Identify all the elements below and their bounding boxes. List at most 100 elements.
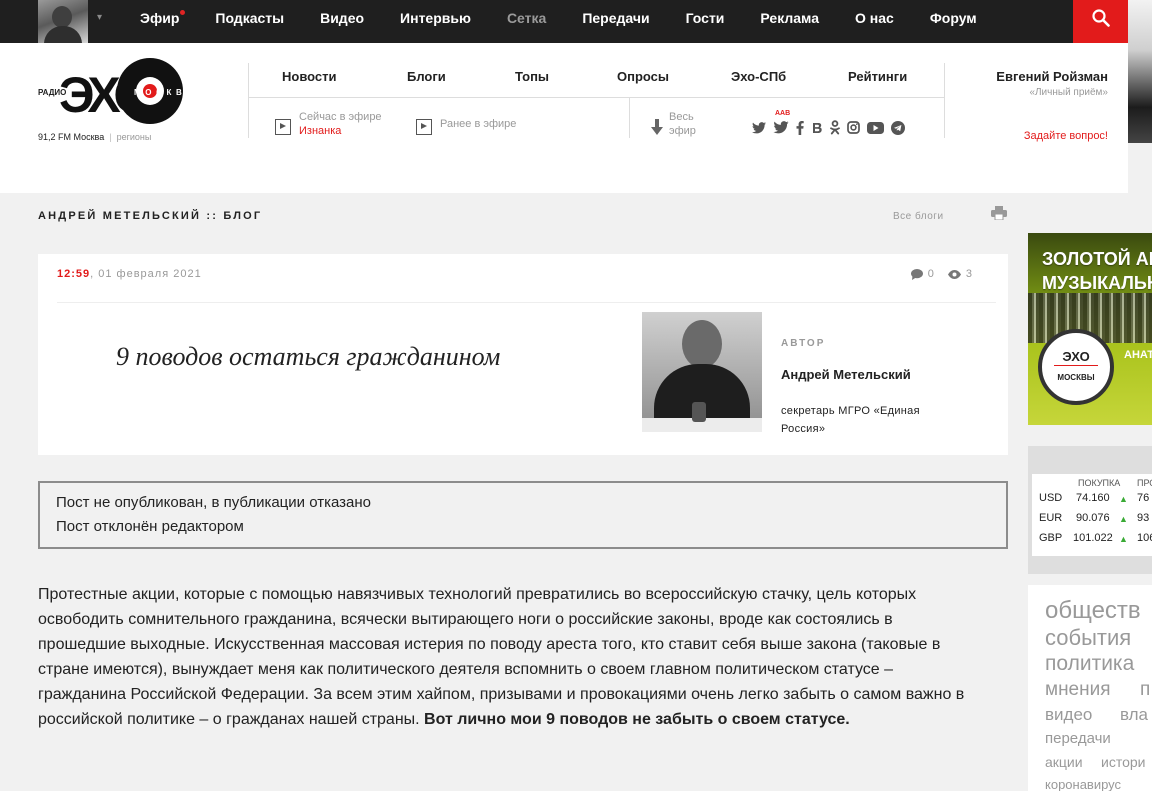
author-position: секретарь МГРО «Единая Россия»	[781, 405, 920, 435]
tag-coronavirus[interactable]: коронавирус	[1045, 777, 1121, 791]
tag-society[interactable]: обществ	[1045, 597, 1141, 625]
post-title: 9 поводов остаться гражданином	[116, 342, 501, 371]
eye-icon	[947, 269, 961, 279]
topnav-item-guests[interactable]: Гости	[686, 0, 725, 43]
rate-row: GBP 101.022 ▲ 106	[1039, 532, 1152, 544]
tag-video[interactable]: видео	[1045, 705, 1092, 725]
golden-archive-banner[interactable]: ЗОЛОТОЙ АРХИ МУЗЫКАЛЬНЫ ЭХО МОСКВЫ АНАТ	[1028, 233, 1152, 425]
currency-rates-table: ПОКУПКА ПРО USD 74.160 ▲ 76 EUR 90.076 ▲…	[1032, 474, 1152, 556]
tag-politics[interactable]: политика	[1045, 652, 1134, 676]
mainnav-item-echo-spb[interactable]: Эхо-СПб	[731, 69, 786, 84]
guest-photo[interactable]	[1128, 0, 1152, 143]
post-card: 12:59, 01 февраля 2021 0 3 9 поводов ост…	[38, 254, 1008, 455]
twitter-aab-icon[interactable]	[773, 121, 789, 134]
guest-program: «Личный приём»	[1029, 87, 1108, 98]
instagram-icon[interactable]	[847, 121, 860, 134]
view-count: 3	[965, 268, 972, 280]
logo-subline: 91,2 FM Москва | регионы	[38, 132, 151, 142]
current-host-avatar[interactable]	[38, 0, 88, 43]
topnav-item-video[interactable]: Видео	[320, 0, 364, 43]
youtube-icon[interactable]	[867, 121, 884, 134]
author-label: АВТОР	[781, 338, 826, 349]
tag-opinions[interactable]: мнения	[1045, 679, 1111, 701]
regions-link[interactable]: регионы	[117, 132, 152, 142]
tag-p[interactable]: п	[1140, 679, 1150, 701]
topnav-item-schedule[interactable]: Сетка	[507, 0, 546, 43]
comment-count[interactable]: 0	[928, 268, 934, 280]
post-stats: 0 3	[910, 268, 972, 280]
card-divider	[57, 302, 996, 303]
rate-up-icon: ▲	[1119, 534, 1128, 544]
ask-question-link[interactable]: Задайте вопрос!	[1024, 130, 1108, 142]
banner-disc-echo: ЭХО	[1062, 349, 1090, 364]
top-nav: Эфир Подкасты Видео Интервью Сетка Перед…	[140, 0, 1013, 43]
status-rejected-publication: Пост не опубликован, в публикации отказа…	[56, 494, 371, 511]
tag-history[interactable]: истори	[1101, 754, 1145, 770]
tag-programs[interactable]: передачи	[1045, 730, 1111, 747]
post-datetime: 12:59, 01 февраля 2021	[57, 268, 202, 280]
tag-vlast[interactable]: вла	[1120, 705, 1148, 725]
earlier-on-air-label: Ранее в эфире	[440, 118, 517, 130]
mainnav-item-ratings[interactable]: Рейтинги	[848, 69, 907, 84]
topnav-item-programs[interactable]: Передачи	[582, 0, 649, 43]
twitter-icon[interactable]	[752, 121, 766, 134]
odnoklassniki-icon[interactable]	[830, 120, 840, 135]
banner-line-2: МУЗЫКАЛЬНЫ	[1042, 273, 1152, 293]
banner-line-1: ЗОЛОТОЙ АРХИ	[1042, 249, 1152, 269]
rate-row: USD 74.160 ▲ 76	[1039, 492, 1150, 504]
topnav-item-about[interactable]: О нас	[855, 0, 894, 43]
status-rejected-editor: Пост отклонён редактором	[56, 518, 244, 535]
archive-label-1: Весь	[669, 111, 694, 123]
mainnav-item-polls[interactable]: Опросы	[617, 69, 669, 84]
rates-header-buy: ПОКУПКА	[1078, 478, 1121, 488]
banner-side-text: АНАТ	[1124, 349, 1152, 361]
topnav-item-podcasts[interactable]: Подкасты	[215, 0, 284, 43]
tag-events[interactable]: события	[1045, 625, 1131, 651]
telegram-icon[interactable]	[891, 120, 905, 135]
comment-icon[interactable]	[910, 268, 923, 280]
all-blogs-link[interactable]: Все блоги	[893, 211, 944, 222]
article-body: Протестные акции, которые с помощью навя…	[38, 582, 968, 732]
archive-label-2: эфир	[669, 125, 696, 137]
blog-heading: АНДРЕЙ МЕТЕЛЬСКИЙ :: БЛОГ	[38, 210, 263, 222]
chevron-down-icon[interactable]: ▾	[97, 12, 102, 23]
tag-cloud: обществ события политика мнения п видео …	[1028, 585, 1152, 791]
guest-name[interactable]: Евгений Ройзман	[996, 69, 1108, 84]
author-name[interactable]: Андрей Метельский	[781, 366, 921, 384]
vk-icon[interactable]	[811, 122, 823, 134]
print-icon[interactable]	[991, 206, 1007, 225]
post-date: , 01 февраля 2021	[90, 268, 202, 280]
download-arrow-icon	[651, 119, 663, 135]
tag-actions[interactable]: акции	[1045, 754, 1083, 770]
top-navigation-bar: ▾ Эфир Подкасты Видео Интервью Сетка Пер…	[0, 0, 1152, 43]
currency-rates-widget: ПОКУПКА ПРО USD 74.160 ▲ 76 EUR 90.076 ▲…	[1028, 446, 1152, 574]
mainnav-item-blogs[interactable]: Блоги	[407, 69, 446, 84]
now-on-air-link[interactable]: Сейчас в эфире Изнанка	[275, 110, 382, 138]
banner-disc-moskvy: МОСКВЫ	[1057, 373, 1095, 382]
facebook-icon[interactable]	[796, 120, 804, 135]
topnav-item-forum[interactable]: Форум	[930, 0, 977, 43]
mainnav-row: Новости Блоги Топы Опросы Эхо-СПб Рейтин…	[249, 63, 944, 98]
rates-header-sell: ПРО	[1137, 478, 1152, 488]
topnav-item-efir[interactable]: Эфир	[140, 0, 186, 43]
logo-moskvy-text: МОСКВЫ	[134, 88, 199, 97]
author-photo[interactable]	[642, 312, 762, 432]
full-archive-link[interactable]: Весь эфир	[651, 110, 696, 138]
rate-up-icon: ▲	[1119, 494, 1128, 504]
now-on-air-label: Сейчас в эфире	[299, 111, 382, 123]
search-button[interactable]	[1073, 0, 1128, 43]
topnav-item-ads[interactable]: Реклама	[760, 0, 819, 43]
post-time: 12:59	[57, 268, 91, 280]
site-logo[interactable]: РАДИО ЭХО МОСКВЫ	[38, 58, 206, 131]
earlier-on-air-link[interactable]: Ранее в эфире	[416, 110, 516, 135]
frequency-separator: |	[109, 132, 112, 142]
banner-echo-logo: ЭХО МОСКВЫ	[1038, 329, 1114, 405]
echo-moskvy-logo: РАДИО ЭХО МОСКВЫ	[38, 58, 199, 124]
frequency-text: 91,2 FM Москва	[38, 132, 105, 142]
topnav-item-interviews[interactable]: Интервью	[400, 0, 471, 43]
mainnav-item-news[interactable]: Новости	[282, 69, 337, 84]
mainnav-item-tops[interactable]: Топы	[515, 69, 549, 84]
main-navigation: Новости Блоги Топы Опросы Эхо-СПб Рейтин…	[248, 63, 945, 138]
rate-row: EUR 90.076 ▲ 93	[1039, 512, 1150, 524]
moderation-status-box: Пост не опубликован, в публикации отказа…	[38, 481, 1008, 549]
